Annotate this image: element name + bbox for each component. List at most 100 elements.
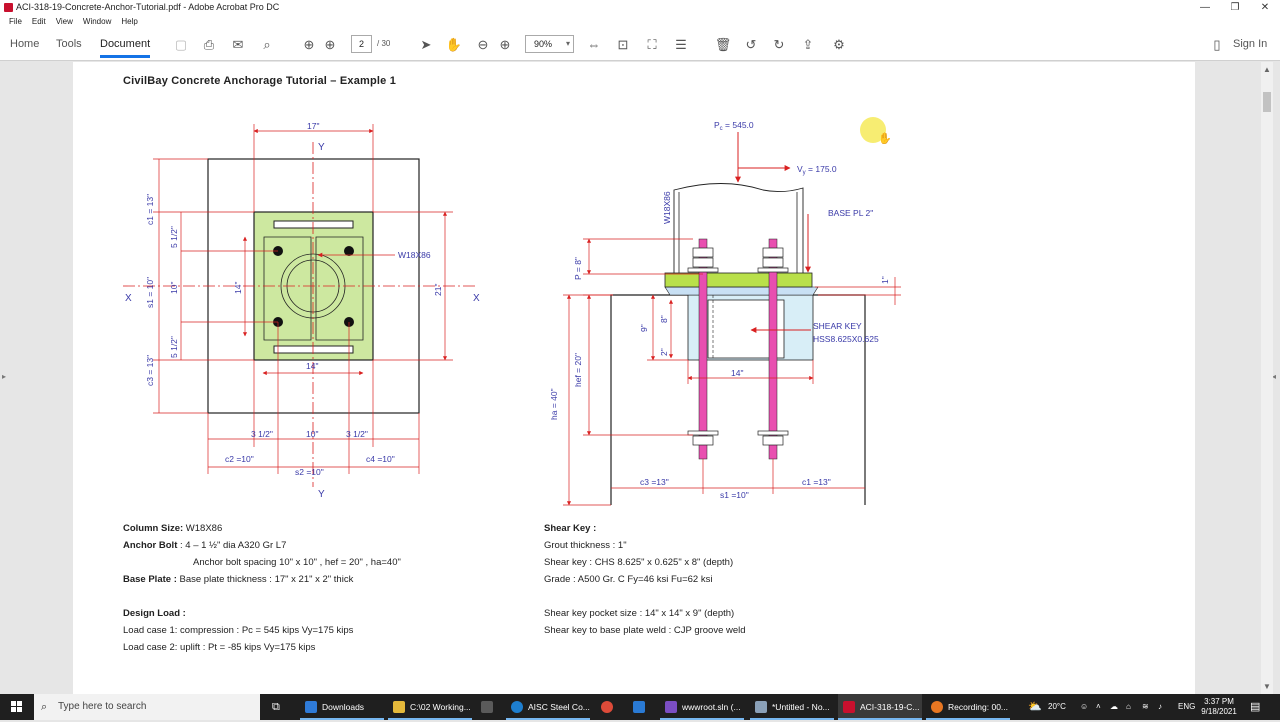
- fit-width-icon[interactable]: ⇔: [585, 36, 603, 54]
- notifications-icon[interactable]: ▤: [1250, 694, 1260, 720]
- zoom-out-icon[interactable]: ⊖: [474, 36, 492, 54]
- page-total: / 30: [377, 39, 391, 48]
- taskbar-app-chrome[interactable]: [596, 694, 622, 720]
- spec-line: Shear key pocket size : 14" x 14" x 9" (…: [544, 608, 735, 619]
- taskbar-app-notepad[interactable]: *Untitled - No...: [750, 694, 834, 720]
- start-button[interactable]: [0, 694, 34, 720]
- plan-column-label: W18X86: [398, 250, 431, 260]
- document-viewport[interactable]: ▸ ◂ CivilBay Concrete Anchorage Tutorial…: [0, 62, 1280, 694]
- column-flange-top: [273, 220, 354, 229]
- vertical-scrollbar[interactable]: ▲ ▼: [1261, 62, 1273, 694]
- close-button[interactable]: ✕: [1250, 0, 1280, 15]
- print-icon[interactable]: ⎙: [200, 36, 218, 54]
- elevation-base-plate: [664, 272, 813, 288]
- axis-y-bottom: Y: [318, 489, 325, 500]
- extract-icon[interactable]: ⇪: [799, 36, 817, 54]
- check-icon: [633, 701, 645, 713]
- axis-x-left: X: [125, 293, 132, 304]
- chrome-icon: [601, 701, 613, 713]
- save-icon[interactable]: ▢: [172, 36, 190, 54]
- search-placeholder: Type here to search: [58, 701, 147, 712]
- sign-in-button[interactable]: Sign In: [1233, 38, 1267, 50]
- task-view-icon[interactable]: ⧉: [272, 694, 280, 720]
- folder-icon: [305, 701, 317, 713]
- zoom-select[interactable]: 90%: [525, 35, 574, 53]
- dim-2: 2": [659, 348, 669, 356]
- more-tools-icon[interactable]: ⚙: [830, 36, 848, 54]
- scroll-thumb[interactable]: [1263, 92, 1271, 112]
- zoom-in-icon[interactable]: ⊕: [496, 36, 514, 54]
- page-number-input[interactable]: 2: [351, 35, 372, 53]
- menu-edit[interactable]: Edit: [27, 15, 51, 29]
- select-tool-icon[interactable]: ➤: [417, 36, 435, 54]
- dim-s1: s1 = 10": [145, 277, 155, 308]
- dim-3-half-b: 3 1/2": [346, 429, 368, 439]
- dim-3-half-a: 3 1/2": [251, 429, 273, 439]
- tray-chevron-icon[interactable]: ˄: [1096, 694, 1101, 720]
- dim-14-elev: 14": [731, 368, 743, 378]
- dim-17: 17": [307, 121, 319, 131]
- onedrive-icon[interactable]: ☁: [1110, 694, 1118, 720]
- tab-home[interactable]: Home: [10, 38, 39, 50]
- taskbar-app-downloads[interactable]: Downloads: [300, 694, 384, 720]
- clock[interactable]: 3:37 PM 9/18/2021: [1196, 697, 1242, 717]
- delete-icon[interactable]: 🗑: [714, 36, 732, 54]
- menu-file[interactable]: File: [4, 15, 27, 29]
- search-icon[interactable]: ⌕: [258, 36, 276, 54]
- scroll-up-icon[interactable]: ▲: [1261, 65, 1273, 74]
- taskbar-search[interactable]: ⌕ Type here to search: [34, 694, 260, 720]
- language-indicator[interactable]: ENG: [1178, 694, 1195, 720]
- axis-x-right: X: [473, 293, 480, 304]
- rotate-right-icon[interactable]: ↻: [770, 36, 788, 54]
- left-pane-toggle-icon[interactable]: ▸: [2, 372, 6, 381]
- dim-p: P = 8": [573, 257, 583, 280]
- weather-temp[interactable]: 20°C: [1048, 694, 1066, 720]
- dim-c1: c1 = 13": [145, 194, 155, 225]
- taskbar-app-check[interactable]: [628, 694, 654, 720]
- dim-9: 9": [639, 324, 649, 332]
- tab-tools[interactable]: Tools: [56, 38, 82, 50]
- spec-line: Load case 2: uplift : Pt = -85 kips Vy=1…: [123, 642, 316, 653]
- visual-studio-icon: [665, 701, 677, 713]
- main-toolbar: Home Tools Document ▢ ⎙ ✉ ⌕ ⊕ ⊕ 2 / 30 ➤…: [0, 29, 1280, 61]
- network-icon[interactable]: ⌂: [1126, 694, 1131, 720]
- taskbar-app-visualstudio[interactable]: wwwroot.sln (...: [660, 694, 744, 720]
- load-pc: Pc = 545.0: [714, 120, 754, 132]
- spec-line: Column Size: W18X86: [123, 523, 223, 534]
- plan-view: 17" Y Y X X W18X86 c1 = 13" 5 1/2" s1 = …: [123, 121, 480, 500]
- scroll-down-icon[interactable]: ▼: [1261, 682, 1273, 691]
- taskbar-app-recording[interactable]: Recording: 00...: [926, 694, 1010, 720]
- dim-5-half-a: 5 1/2": [169, 226, 179, 248]
- folder-icon: [393, 701, 405, 713]
- dim-c1-elev: c1 =13": [802, 477, 831, 487]
- tab-document[interactable]: Document: [100, 38, 151, 58]
- menu-view[interactable]: View: [51, 15, 78, 29]
- dim-14-v: 14": [233, 282, 243, 294]
- menu-bar: File Edit View Window Help: [0, 15, 1280, 29]
- recording-icon: [931, 701, 943, 713]
- hand-tool-icon[interactable]: ✋: [445, 36, 463, 54]
- people-icon[interactable]: ☺: [1080, 694, 1088, 720]
- taskbar-app-acrobat[interactable]: ACI-318-19-C...: [838, 694, 922, 720]
- menu-help[interactable]: Help: [116, 15, 142, 29]
- maximize-button[interactable]: ❐: [1220, 0, 1250, 15]
- minimize-button[interactable]: —: [1190, 0, 1220, 15]
- notepad-icon: [755, 701, 767, 713]
- menu-window[interactable]: Window: [78, 15, 116, 29]
- acrobat-icon: [843, 701, 855, 713]
- mobile-icon[interactable]: ▯: [1208, 36, 1226, 54]
- wifi-icon[interactable]: ≋: [1142, 694, 1149, 720]
- next-page-icon[interactable]: ⊕: [321, 36, 339, 54]
- weather-icon[interactable]: ⛅: [1028, 694, 1042, 720]
- email-icon[interactable]: ✉: [229, 36, 247, 54]
- prev-page-icon[interactable]: ⊕: [300, 36, 318, 54]
- full-screen-icon[interactable]: ⛶: [643, 36, 661, 54]
- taskbar-app-explorer[interactable]: C:\02 Working...: [388, 694, 472, 720]
- taskbar-app-edge[interactable]: AISC Steel Co...: [506, 694, 590, 720]
- taskbar-app-store[interactable]: [476, 694, 502, 720]
- fit-page-icon[interactable]: ⊡: [614, 36, 632, 54]
- volume-icon[interactable]: ♪: [1158, 694, 1162, 720]
- scrolling-mode-icon[interactable]: ☰: [672, 36, 690, 54]
- rotate-left-icon[interactable]: ↺: [742, 36, 760, 54]
- base-pl-label: BASE PL 2": [828, 208, 873, 218]
